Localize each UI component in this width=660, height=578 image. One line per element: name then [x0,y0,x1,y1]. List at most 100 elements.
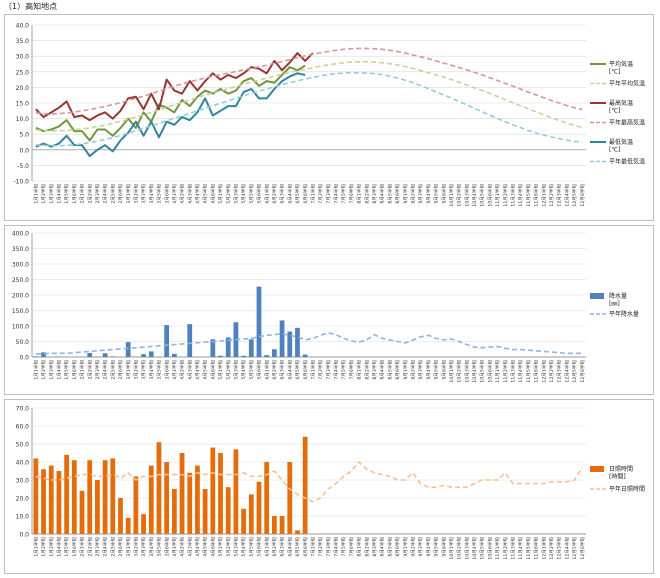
x-tick-label: 10月2半旬 [456,360,463,383]
x-tick-label: 8月4半旬 [379,537,386,557]
y-tick-label: 35.0 [16,38,30,45]
x-tick-label: 6月4半旬 [286,360,293,380]
x-tick-label: 3月4半旬 [148,537,155,557]
x-tick-label: 8月5半旬 [386,184,393,204]
x-tick-label: 12月2半旬 [548,360,555,383]
bar [110,356,116,357]
x-tick-label: 4月3半旬 [186,184,193,204]
x-tick-label: 8月3半旬 [371,537,378,557]
x-tick-label: 7月1半旬 [309,184,316,204]
x-tick-label: 1月5半旬 [63,184,70,204]
legend-unit: [℃] [609,147,620,154]
x-tick-label: 6月6半旬 [302,184,309,204]
x-tick-label: 5月2半旬 [225,537,232,557]
x-tick-label: 8月4半旬 [379,360,386,380]
x-tick-label: 3月2半旬 [132,537,139,557]
x-tick-label: 7月4半旬 [333,537,340,557]
x-tick-label: 2月6半旬 [117,360,124,380]
legend-unit: [時間] [609,473,626,481]
x-tick-label: 5月6半旬 [256,537,263,557]
x-tick-label: 2月1半旬 [79,537,86,557]
x-tick-label: 7月2半旬 [317,537,324,557]
x-tick-label: 9月6半旬 [440,360,447,380]
x-tick-label: 11月1半旬 [494,537,501,560]
x-tick-label: 4月5半旬 [202,537,209,557]
bar [256,481,262,534]
x-tick-label: 2月4半旬 [102,360,109,380]
x-tick-label: 10月4半旬 [471,537,478,560]
bar [118,498,123,534]
x-tick-label: 12月4半旬 [563,360,570,383]
x-tick-label: 12月3半旬 [556,537,563,560]
bar [302,354,308,357]
x-tick-label: 9月6半旬 [440,537,447,557]
temperature-chart: -10.0 -5.0 0.0 5.0 10.0 15.0 20.0 25.0 30.0 35.0 4… [13,23,645,207]
x-tick-label: 4月6半旬 [209,360,216,380]
bar [171,353,177,357]
x-tick-label: 3月2半旬 [132,184,139,204]
bar [164,325,170,357]
legend-label: 平年最高気温 [609,119,645,127]
x-tick-label: 11月2半旬 [502,184,509,207]
x-tick-label: 10月1半旬 [448,360,455,383]
bar [279,320,285,357]
y-tick-label: 10.0 [16,514,30,521]
bar [164,462,170,534]
bar [141,514,146,534]
x-tick-label: 6月2半旬 [271,537,278,557]
x-tick-label: 7月6半旬 [348,184,355,204]
legend-label: 最低気温 [609,138,633,146]
legend-label: 平年降水量 [609,310,639,318]
bar [225,487,231,534]
bar [125,342,131,357]
x-tick-label: 2月2半旬 [86,360,93,380]
bar [110,458,116,534]
bar [302,436,308,534]
legend-swatch [590,466,604,472]
bar [233,449,239,534]
x-tick-label: 3月6半旬 [163,184,170,204]
x-tick-label: 11月6半旬 [533,537,540,560]
x-tick-label: 5月4半旬 [240,184,247,204]
x-tick-label: 7月3半旬 [325,184,332,204]
x-tick-label: 2月5半旬 [109,360,116,380]
x-tick-label: 2月6半旬 [117,184,124,204]
x-tick-label: 1月6半旬 [71,184,78,204]
y-tick-label: 70.0 [16,406,30,413]
x-tick-label: 7月1半旬 [309,360,316,380]
x-tick-label: 12月3半旬 [556,360,563,383]
x-tick-label: 9月5半旬 [433,184,440,204]
legend-label: 平年日照時間 [609,485,645,493]
x-tick-label: 10月1半旬 [448,184,455,207]
x-tick-label: 5月6半旬 [256,360,263,380]
x-tick-label: 8月1半旬 [356,360,363,380]
x-tick-label: 12月6半旬 [579,184,586,207]
x-tick-label: 10月6半旬 [486,537,493,560]
temperature-chart-panel: -10.0 -5.0 0.0 5.0 10.0 15.0 20.0 25.0 30.0 35.0 4… [4,14,654,221]
x-tick-label: 5月2半旬 [225,184,232,204]
x-tick-label: 5月3半旬 [233,360,240,380]
x-tick-label: 10月5半旬 [479,537,486,560]
y-tick-label: 5.0 [19,132,29,139]
y-tick-label: 50.0 [16,442,30,449]
x-tick-label: 12月5半旬 [571,537,578,560]
legend-label: 平年最低気温 [609,158,645,166]
x-tick-label: 1月3半旬 [48,360,55,380]
x-tick-label: 11月4半旬 [517,537,524,560]
x-tick-label: 4月6半旬 [209,184,216,204]
legend-label: 日照時間 [609,465,633,473]
series-line [35,332,583,355]
x-tick-label: 2月6半旬 [117,537,124,557]
x-tick-label: 7月3半旬 [325,537,332,557]
x-tick-label: 1月4半旬 [56,360,63,380]
x-tick-label: 3月5半旬 [156,537,163,557]
x-tick-label: 9月3半旬 [417,184,424,204]
x-tick-label: 3月6半旬 [163,537,170,557]
y-tick-label: 400.0 [12,231,29,238]
x-tick-label: 3月5半旬 [156,184,163,204]
legend-label: 降水量 [609,292,627,300]
series-line [35,461,583,503]
bar [102,460,108,534]
precipitation-chart-panel: 0.0 50.0 100.0 150.0 200.0 250.0 300.0 350.0 400… [4,225,654,395]
x-tick-label: 6月1半旬 [263,360,270,380]
